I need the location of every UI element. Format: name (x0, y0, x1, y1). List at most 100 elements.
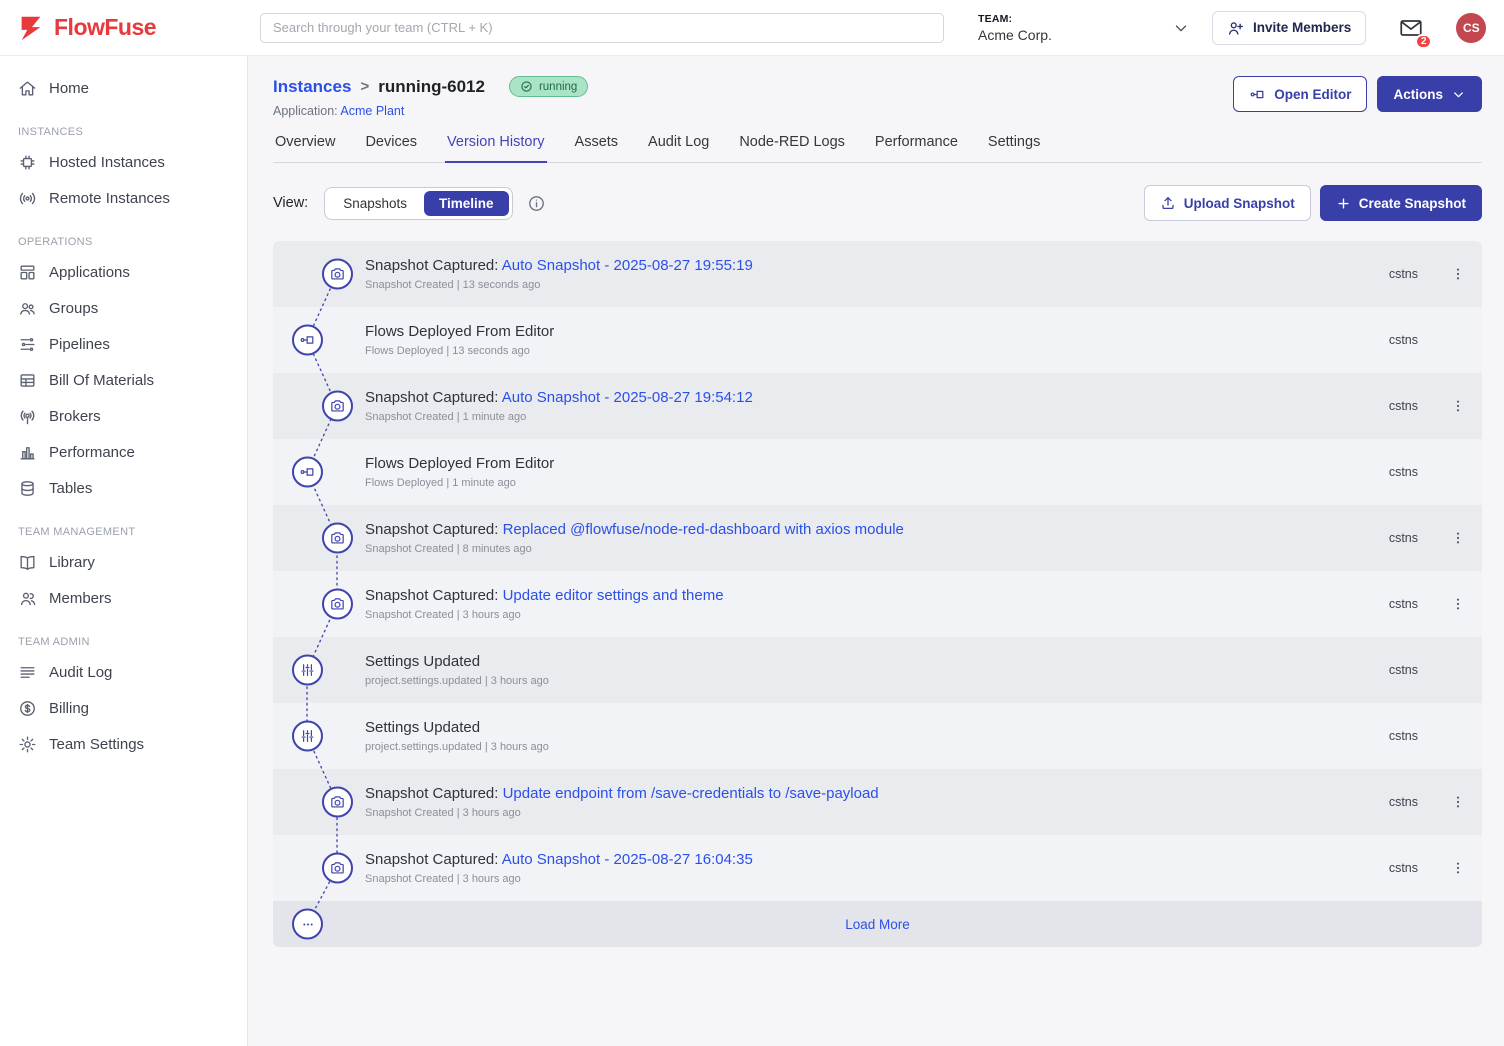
snapshot-link[interactable]: Update endpoint from /save-credentials t… (503, 785, 879, 802)
brand-name: FlowFuse (54, 14, 156, 41)
event-user: cstns (1389, 663, 1418, 677)
tab-audit-log[interactable]: Audit Log (646, 134, 711, 163)
invite-members-button[interactable]: Invite Members (1212, 11, 1366, 45)
kebab-menu-button[interactable] (1446, 590, 1470, 618)
sidebar-item-members[interactable]: Members (0, 580, 247, 616)
event-user: cstns (1389, 729, 1418, 743)
kebab-menu-button[interactable] (1446, 788, 1470, 816)
antenna-icon (18, 407, 37, 426)
event-title-prefix: Snapshot Captured: (365, 389, 502, 406)
open-editor-label: Open Editor (1274, 87, 1351, 102)
brand-logo[interactable]: FlowFuse (0, 13, 248, 43)
upload-snapshot-label: Upload Snapshot (1184, 196, 1295, 211)
sidebar-item-pipelines[interactable]: Pipelines (0, 326, 247, 362)
book-icon (18, 553, 37, 572)
sidebar-item-billing[interactable]: Billing (0, 690, 247, 726)
open-editor-button[interactable]: Open Editor (1233, 76, 1367, 112)
timeline-event-title: Flows Deployed From Editor (365, 455, 1389, 472)
timeline-event-meta: Flows Deployed | 1 minute ago (365, 477, 1389, 489)
tab-node-red-logs[interactable]: Node-RED Logs (737, 134, 847, 163)
sidebar-section-operations: OPERATIONS (18, 236, 229, 248)
breadcrumb-separator: > (360, 78, 369, 95)
tab-devices[interactable]: Devices (363, 134, 419, 163)
event-user: cstns (1389, 531, 1418, 545)
event-user: cstns (1389, 399, 1418, 413)
snapshot-link[interactable]: Auto Snapshot - 2025-08-27 19:55:19 (502, 257, 753, 274)
sidebar-item-label: Bill Of Materials (49, 372, 154, 389)
sidebar-item-team-settings[interactable]: Team Settings (0, 726, 247, 762)
search-input[interactable] (260, 13, 944, 43)
user-avatar[interactable]: CS (1456, 13, 1486, 43)
timeline-event-meta: Snapshot Created | 3 hours ago (365, 807, 1389, 819)
breadcrumb: Instances > running-6012 running (273, 76, 588, 97)
sidebar-item-label: Team Settings (49, 736, 144, 753)
timeline-event-title: Settings Updated (365, 653, 1389, 670)
timeline-event-row: Snapshot Captured: Replaced @flowfuse/no… (273, 505, 1482, 571)
sidebar-item-groups[interactable]: Groups (0, 290, 247, 326)
event-user: cstns (1389, 333, 1418, 347)
info-icon[interactable] (527, 194, 546, 213)
event-user: cstns (1389, 597, 1418, 611)
notifications-button[interactable]: 2 (1398, 15, 1424, 41)
kebab-menu-button[interactable] (1446, 524, 1470, 552)
sliders-icon (292, 721, 323, 752)
currency-dollar-icon (18, 699, 37, 718)
kebab-menu-button[interactable] (1446, 260, 1470, 288)
kebab-menu-button[interactable] (1446, 392, 1470, 420)
load-more-link[interactable]: Load More (845, 917, 910, 932)
sidebar-item-home[interactable]: Home (0, 70, 247, 106)
timeline-event-meta: Snapshot Created | 1 minute ago (365, 411, 1389, 423)
event-title-prefix: Snapshot Captured: (365, 851, 502, 868)
sidebar-item-bill-of-materials[interactable]: Bill Of Materials (0, 362, 247, 398)
sidebar-item-label: Applications (49, 264, 130, 281)
signal-icon (18, 189, 37, 208)
sidebar-item-brokers[interactable]: Brokers (0, 398, 247, 434)
application-link[interactable]: Acme Plant (340, 104, 404, 118)
sliders-icon (292, 655, 323, 686)
snapshot-link[interactable]: Replaced @flowfuse/node-red-dashboard wi… (503, 521, 904, 538)
timeline-event-title: Snapshot Captured: Auto Snapshot - 2025-… (365, 389, 1389, 406)
event-title-prefix: Snapshot Captured: (365, 785, 503, 802)
application-line: Application: Acme Plant (273, 104, 588, 118)
team-label: TEAM: (978, 13, 1172, 25)
sidebar-item-label: Hosted Instances (49, 154, 165, 171)
timeline-event-row: Settings Updated project.settings.update… (273, 703, 1482, 769)
view-toggle-snapshots[interactable]: Snapshots (328, 191, 422, 216)
timeline-event-title: Snapshot Captured: Replaced @flowfuse/no… (365, 521, 1389, 538)
view-label: View: (273, 195, 308, 211)
tab-version-history[interactable]: Version History (445, 134, 547, 163)
table-list-icon (18, 371, 37, 390)
view-toggle-timeline[interactable]: Timeline (424, 191, 509, 216)
sidebar-section-team-admin: TEAM ADMIN (18, 636, 229, 648)
kebab-menu-button[interactable] (1446, 854, 1470, 882)
tab-overview[interactable]: Overview (273, 134, 337, 163)
tab-performance[interactable]: Performance (873, 134, 960, 163)
sidebar-item-label: Groups (49, 300, 98, 317)
tab-assets[interactable]: Assets (573, 134, 621, 163)
users-icon (18, 589, 37, 608)
team-name: Acme Corp. (978, 27, 1172, 43)
timeline-event-meta: Snapshot Created | 8 minutes ago (365, 543, 1389, 555)
event-title-prefix: Snapshot Captured: (365, 257, 502, 274)
snapshot-link[interactable]: Auto Snapshot - 2025-08-27 19:54:12 (502, 389, 753, 406)
event-user: cstns (1389, 861, 1418, 875)
breadcrumb-instances-link[interactable]: Instances (273, 77, 351, 97)
sidebar-item-tables[interactable]: Tables (0, 470, 247, 506)
sidebar-item-hosted-instances[interactable]: Hosted Instances (0, 144, 247, 180)
sidebar-item-library[interactable]: Library (0, 544, 247, 580)
create-snapshot-button[interactable]: Create Snapshot (1320, 185, 1482, 221)
sidebar-item-applications[interactable]: Applications (0, 254, 247, 290)
team-selector[interactable]: TEAM: Acme Corp. (978, 13, 1190, 43)
sidebar-item-audit-log[interactable]: Audit Log (0, 654, 247, 690)
camera-icon (322, 853, 353, 884)
sidebar-item-performance[interactable]: Performance (0, 434, 247, 470)
pipelines-icon (18, 335, 37, 354)
upload-snapshot-button[interactable]: Upload Snapshot (1144, 185, 1311, 221)
status-badge: running (509, 76, 588, 97)
sidebar-item-remote-instances[interactable]: Remote Instances (0, 180, 247, 216)
tab-settings[interactable]: Settings (986, 134, 1042, 163)
deploy-icon (292, 325, 323, 356)
snapshot-link[interactable]: Auto Snapshot - 2025-08-27 16:04:35 (502, 851, 753, 868)
actions-button[interactable]: Actions (1377, 76, 1482, 112)
snapshot-link[interactable]: Update editor settings and theme (503, 587, 724, 604)
